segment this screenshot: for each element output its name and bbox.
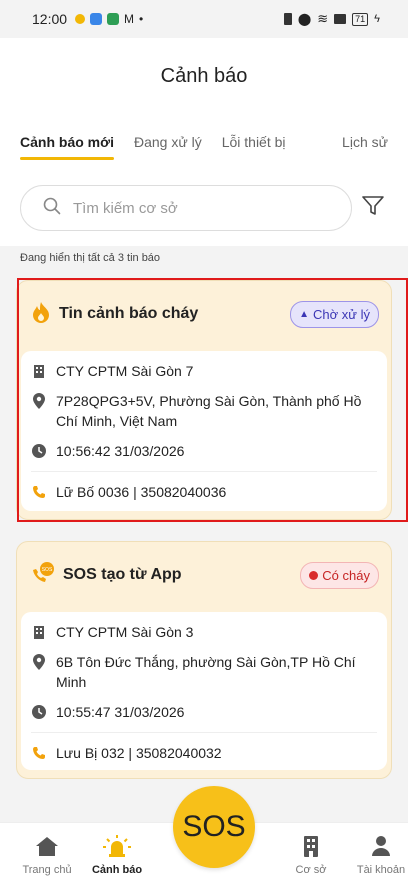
clock-icon [31, 441, 47, 461]
page-header: Cảnh báo [0, 38, 408, 114]
wifi-icon: ≋ [317, 11, 329, 26]
alert-title: SOS tạo từ App [63, 566, 182, 583]
nav-alerts-label: Cảnh báo [91, 864, 143, 876]
search-box[interactable] [20, 185, 352, 231]
nav-account-label: Tài khoản [356, 864, 406, 876]
time-row: 10:55:47 31/03/2026 [31, 702, 377, 722]
building-icon [276, 833, 346, 859]
alert-card-header: SOS SOS tạo từ App Có cháy [17, 542, 391, 608]
building-icon [31, 361, 47, 381]
filter-icon [361, 195, 385, 222]
divider [31, 732, 377, 733]
address-row: 6B Tôn Đức Thắng, phường Sài Gòn,TP Hồ C… [31, 652, 377, 692]
facility-row: CTY CPTM Sài Gòn 3 [31, 622, 377, 642]
alert-details: CTY CPTM Sài Gòn 7 7P28QPG3+5V, Phường S… [21, 351, 387, 511]
status-time: 12:00 [32, 11, 68, 27]
alert-card[interactable]: Tin cảnh báo cháy ▲ Chờ xử lý CTY CPTM S… [16, 280, 392, 520]
search-icon [43, 197, 61, 220]
contact-row[interactable]: Lưu Bị 032 | 35082040032 [31, 743, 377, 763]
alert-time: 10:55:47 31/03/2026 [56, 704, 185, 720]
alert-dot-icon [309, 570, 319, 580]
app-notification-icon [75, 14, 86, 24]
address-row: 7P28QPG3+5V, Phường Sài Gòn, Thành phố H… [31, 391, 377, 431]
divider [31, 471, 377, 472]
system-icons: ⬤ ≋ 71 ϟ [283, 11, 380, 27]
page-title: Cảnh báo [160, 64, 248, 87]
siren-icon [82, 833, 152, 859]
sos-phone-icon: SOS [31, 561, 55, 589]
alert-time: 10:56:42 31/03/2026 [56, 443, 185, 459]
svg-text:SOS: SOS [42, 567, 53, 573]
result-count: Đang hiển thị tất cả 3 tin báo [20, 252, 161, 264]
building-icon [31, 622, 47, 642]
tab-device-errors[interactable]: Lỗi thiết bị [222, 122, 286, 162]
nav-facilities-label: Cơ sở [295, 864, 327, 876]
sim-icon [334, 14, 347, 24]
alert-card[interactable]: SOS SOS tạo từ App Có cháy CTY CPTM Sài … [16, 541, 392, 779]
warning-icon: ▲ [299, 308, 310, 320]
app-screen: 12:00 M • ⬤ ≋ 71 ϟ Cảnh báo Cảnh báo mới… [0, 0, 408, 888]
status-badge: ▲ Chờ xử lý [290, 300, 379, 328]
sos-button[interactable]: SOS [173, 786, 255, 868]
contact-text: Lưu Bị 032 | 35082040032 [56, 745, 222, 761]
app-notification-icon [90, 13, 103, 25]
mail-icon: M [124, 12, 135, 26]
vibrate-icon [283, 13, 292, 25]
battery-icon: 71 [352, 12, 369, 26]
contact-text: Lữ Bố 0036 | 35082040036 [56, 484, 227, 500]
alert-details: CTY CPTM Sài Gòn 3 6B Tôn Đức Thắng, phư… [21, 612, 387, 770]
nav-home-label: Trang chủ [22, 864, 72, 876]
facility-row: CTY CPTM Sài Gòn 7 [31, 361, 377, 381]
clock-icon [31, 702, 47, 722]
notification-icons: M • [75, 12, 143, 26]
charging-icon: ϟ [374, 13, 380, 25]
status-badge-label: Có cháy [322, 567, 370, 583]
search-row [0, 170, 408, 246]
contact-row[interactable]: Lữ Bố 0036 | 35082040036 [31, 482, 377, 502]
search-input[interactable] [73, 199, 313, 217]
home-icon [12, 833, 82, 859]
nav-account[interactable]: Tài khoản [346, 833, 408, 876]
nav-home[interactable]: Trang chủ [12, 833, 82, 876]
alert-title: Tin cảnh báo cháy [59, 305, 199, 322]
filter-button[interactable] [358, 193, 388, 223]
location-pin-icon [31, 652, 47, 672]
facility-name: CTY CPTM Sài Gòn 7 [56, 363, 194, 379]
status-bar: 12:00 M • ⬤ ≋ 71 ϟ [0, 0, 408, 38]
phone-icon [31, 482, 47, 502]
nav-alerts[interactable]: Cảnh báo [82, 833, 152, 876]
facility-name: CTY CPTM Sài Gòn 3 [56, 624, 194, 640]
dot-icon: • [139, 12, 144, 26]
time-row: 10:56:42 31/03/2026 [31, 441, 377, 461]
tab-processing[interactable]: Đang xử lý [134, 122, 202, 162]
phone-icon [31, 743, 47, 763]
location-pin-icon [31, 391, 47, 411]
tab-new-alerts[interactable]: Cảnh báo mới [20, 122, 114, 162]
status-badge: Có cháy [300, 561, 379, 589]
app-notification-icon [107, 13, 120, 25]
status-badge-label: Chờ xử lý [313, 306, 370, 322]
nav-facilities[interactable]: Cơ sở [276, 833, 346, 876]
location-icon: ⬤ [297, 12, 312, 26]
tab-bar: Cảnh báo mới Đang xử lý Lỗi thiết bị Lịc… [0, 114, 408, 170]
person-icon [346, 833, 408, 859]
fire-icon [31, 301, 51, 328]
tab-history[interactable]: Lịch sử [342, 122, 388, 162]
address-text: 7P28QPG3+5V, Phường Sài Gòn, Thành phố H… [56, 393, 362, 429]
address-text: 6B Tôn Đức Thắng, phường Sài Gòn,TP Hồ C… [56, 654, 356, 690]
alert-card-header: Tin cảnh báo cháy ▲ Chờ xử lý [17, 281, 391, 347]
